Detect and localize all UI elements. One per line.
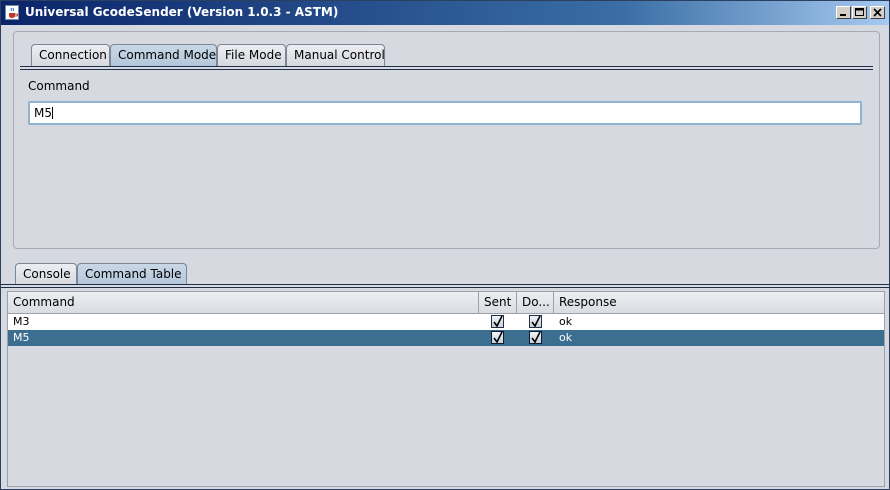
table-row[interactable]: M5 ok	[8, 330, 884, 346]
column-header-response[interactable]: Response	[554, 292, 884, 313]
command-label: Command	[28, 79, 90, 93]
checkmark-icon	[493, 332, 503, 343]
done-checkbox[interactable]	[529, 331, 542, 344]
tab-label: Connection	[39, 48, 107, 62]
close-button[interactable]	[870, 6, 885, 19]
command-input-value: M5	[34, 106, 52, 120]
tab-label: Command Mode	[118, 48, 217, 62]
column-header-sent[interactable]: Sent	[479, 292, 517, 313]
tab-command-mode[interactable]: Command Mode	[110, 44, 217, 66]
command-input[interactable]: M5	[28, 101, 862, 125]
app-window: Universal GcodeSender (Version 1.0.3 - A…	[0, 0, 890, 490]
column-header-command[interactable]: Command	[8, 292, 479, 313]
tab-label: Console	[23, 267, 71, 281]
checkmark-icon	[531, 316, 541, 327]
maximize-icon	[855, 8, 864, 16]
tab-label: Manual Control	[294, 48, 385, 62]
done-checkbox[interactable]	[529, 315, 542, 328]
tab-connection[interactable]: Connection	[31, 44, 110, 66]
column-header-done[interactable]: Do...	[517, 292, 554, 313]
sent-checkbox[interactable]	[491, 331, 504, 344]
table-row[interactable]: M3 ok	[8, 314, 884, 330]
tab-label: File Mode	[225, 48, 282, 62]
tab-divider	[20, 66, 873, 70]
checkmark-icon	[531, 332, 541, 343]
maximize-button[interactable]	[852, 6, 867, 19]
text-caret	[52, 107, 53, 119]
sent-checkbox[interactable]	[491, 315, 504, 328]
cell-response: ok	[559, 331, 573, 344]
tab-manual-control[interactable]: Manual Control	[286, 44, 385, 66]
title-bar[interactable]: Universal GcodeSender (Version 1.0.3 - A…	[1, 1, 889, 25]
minimize-icon	[840, 14, 846, 16]
close-icon	[873, 8, 882, 17]
tab-console[interactable]: Console	[15, 263, 77, 285]
tab-command-table[interactable]: Command Table	[77, 263, 187, 285]
window-title: Universal GcodeSender (Version 1.0.3 - A…	[25, 5, 339, 19]
cell-command: M3	[13, 315, 30, 328]
output-tab-divider	[1, 284, 889, 288]
cell-command: M5	[13, 331, 30, 344]
table-header: Command Sent Do... Response	[8, 292, 884, 314]
command-panel: Connection Command Mode File Mode Manual…	[13, 31, 880, 249]
cell-response: ok	[559, 315, 573, 328]
command-table[interactable]: Command Sent Do... Response M3 ok M5 ok	[7, 291, 885, 487]
tab-label: Command Table	[85, 267, 182, 281]
minimize-button[interactable]	[836, 6, 851, 19]
tab-file-mode[interactable]: File Mode	[217, 44, 286, 66]
java-cup-icon	[5, 5, 19, 20]
checkmark-icon	[493, 316, 503, 327]
